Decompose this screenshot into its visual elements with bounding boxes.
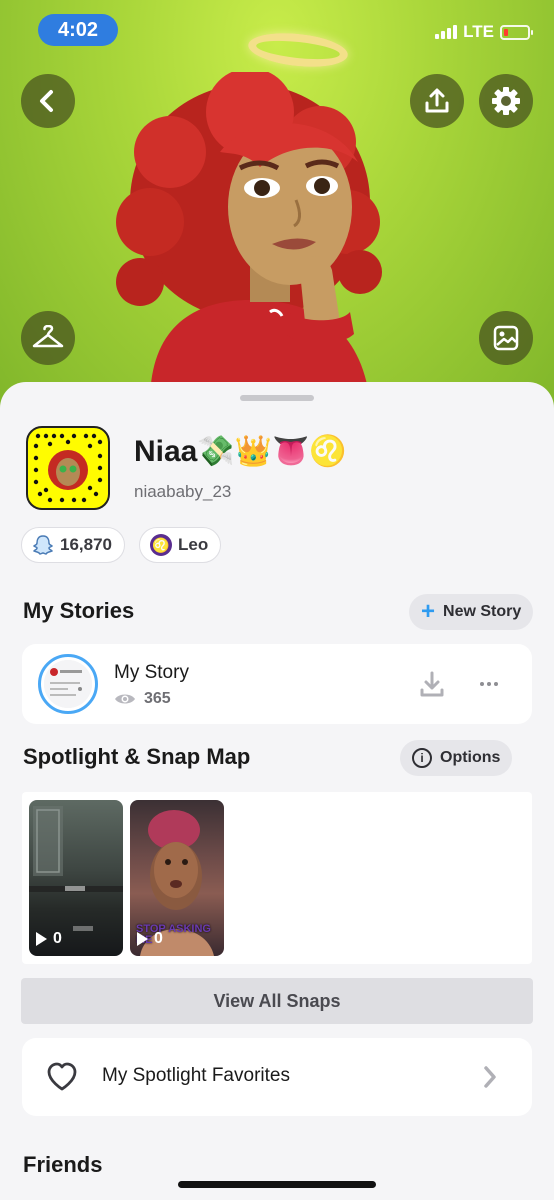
profile-sheet: Niaa💸👑👅♌ niaababy_23 16,870 ♌ Leo My Sto… — [0, 382, 554, 1200]
signal-icon — [435, 25, 458, 39]
profile-screen: 4:02 LTE Niaa💸👑👅♌ niaababy_23 16,870 ♌ L… — [0, 0, 554, 1200]
battery-icon — [500, 24, 533, 40]
options-button[interactable]: i Options — [400, 740, 513, 776]
story-title: My Story — [114, 662, 189, 683]
favorites-label: My Spotlight Favorites — [102, 1065, 290, 1086]
story-thumbnail[interactable] — [38, 654, 98, 714]
my-story-row[interactable]: My Story 365 — [22, 644, 532, 724]
hanger-icon — [32, 325, 64, 348]
zodiac-chip[interactable]: ♌ Leo — [139, 527, 222, 563]
play-icon — [137, 932, 148, 946]
snap-score-chip[interactable]: 16,870 — [21, 527, 125, 563]
snapcode-pattern — [33, 433, 103, 503]
bitmoji-avatar[interactable] — [110, 72, 400, 402]
chevron-right-icon — [484, 1066, 496, 1088]
play-count: 0 — [137, 930, 163, 948]
leo-icon: ♌ — [150, 534, 172, 556]
ghost-icon — [32, 535, 54, 555]
wardrobe-button[interactable] — [21, 311, 75, 365]
spotlight-tile[interactable]: 0 — [29, 800, 123, 956]
view-all-snaps-button[interactable]: View All Snaps — [21, 978, 533, 1024]
my-stories-title: My Stories — [23, 598, 135, 623]
spotlight-favorites-row[interactable]: My Spotlight Favorites — [22, 1038, 532, 1116]
display-name: Niaa💸👑👅♌ — [134, 435, 347, 468]
share-icon — [425, 88, 449, 113]
bitmoji-gallery-button[interactable] — [479, 311, 533, 365]
new-story-label: New Story — [443, 603, 522, 620]
sheet-grabber[interactable] — [240, 395, 314, 401]
heart-icon — [47, 1062, 77, 1091]
story-preview — [44, 660, 92, 708]
options-label: Options — [440, 749, 501, 766]
eye-icon — [115, 694, 135, 704]
share-button[interactable] — [410, 74, 464, 128]
status-time: 4:02 — [38, 14, 118, 46]
back-button[interactable] — [21, 74, 75, 128]
status-indicators: LTE — [435, 22, 533, 42]
friends-title: Friends — [23, 1152, 103, 1177]
spotlight-grid: 0 STOP ASKING ME 0 — [22, 792, 532, 964]
tile-2-play-count: 0 — [154, 930, 163, 947]
play-icon — [36, 932, 47, 946]
snap-score: 16,870 — [60, 535, 112, 554]
tile-1-play-count: 0 — [53, 930, 62, 947]
story-view-count: 365 — [144, 690, 171, 707]
gallery-icon — [493, 325, 519, 351]
back-icon — [40, 90, 53, 112]
snapcode[interactable] — [26, 426, 110, 510]
more-options-icon[interactable] — [480, 682, 498, 686]
info-icon: i — [412, 748, 432, 768]
plus-icon: + — [421, 598, 436, 625]
download-icon[interactable] — [418, 670, 446, 698]
story-preview-image — [44, 660, 92, 708]
spotlight-title: Spotlight & Snap Map — [23, 744, 251, 769]
play-count: 0 — [36, 930, 62, 948]
gear-icon — [492, 87, 520, 115]
username: niaababy_23 — [134, 482, 232, 501]
new-story-button[interactable]: + New Story — [409, 594, 534, 630]
story-views: 365 — [114, 690, 171, 708]
network-label: LTE — [463, 22, 494, 41]
zodiac-label: Leo — [178, 535, 209, 554]
home-indicator[interactable] — [178, 1181, 376, 1188]
settings-button[interactable] — [479, 74, 533, 128]
bitmoji-hero: 4:02 LTE — [0, 0, 554, 430]
spotlight-tile[interactable]: STOP ASKING ME 0 — [130, 800, 224, 956]
